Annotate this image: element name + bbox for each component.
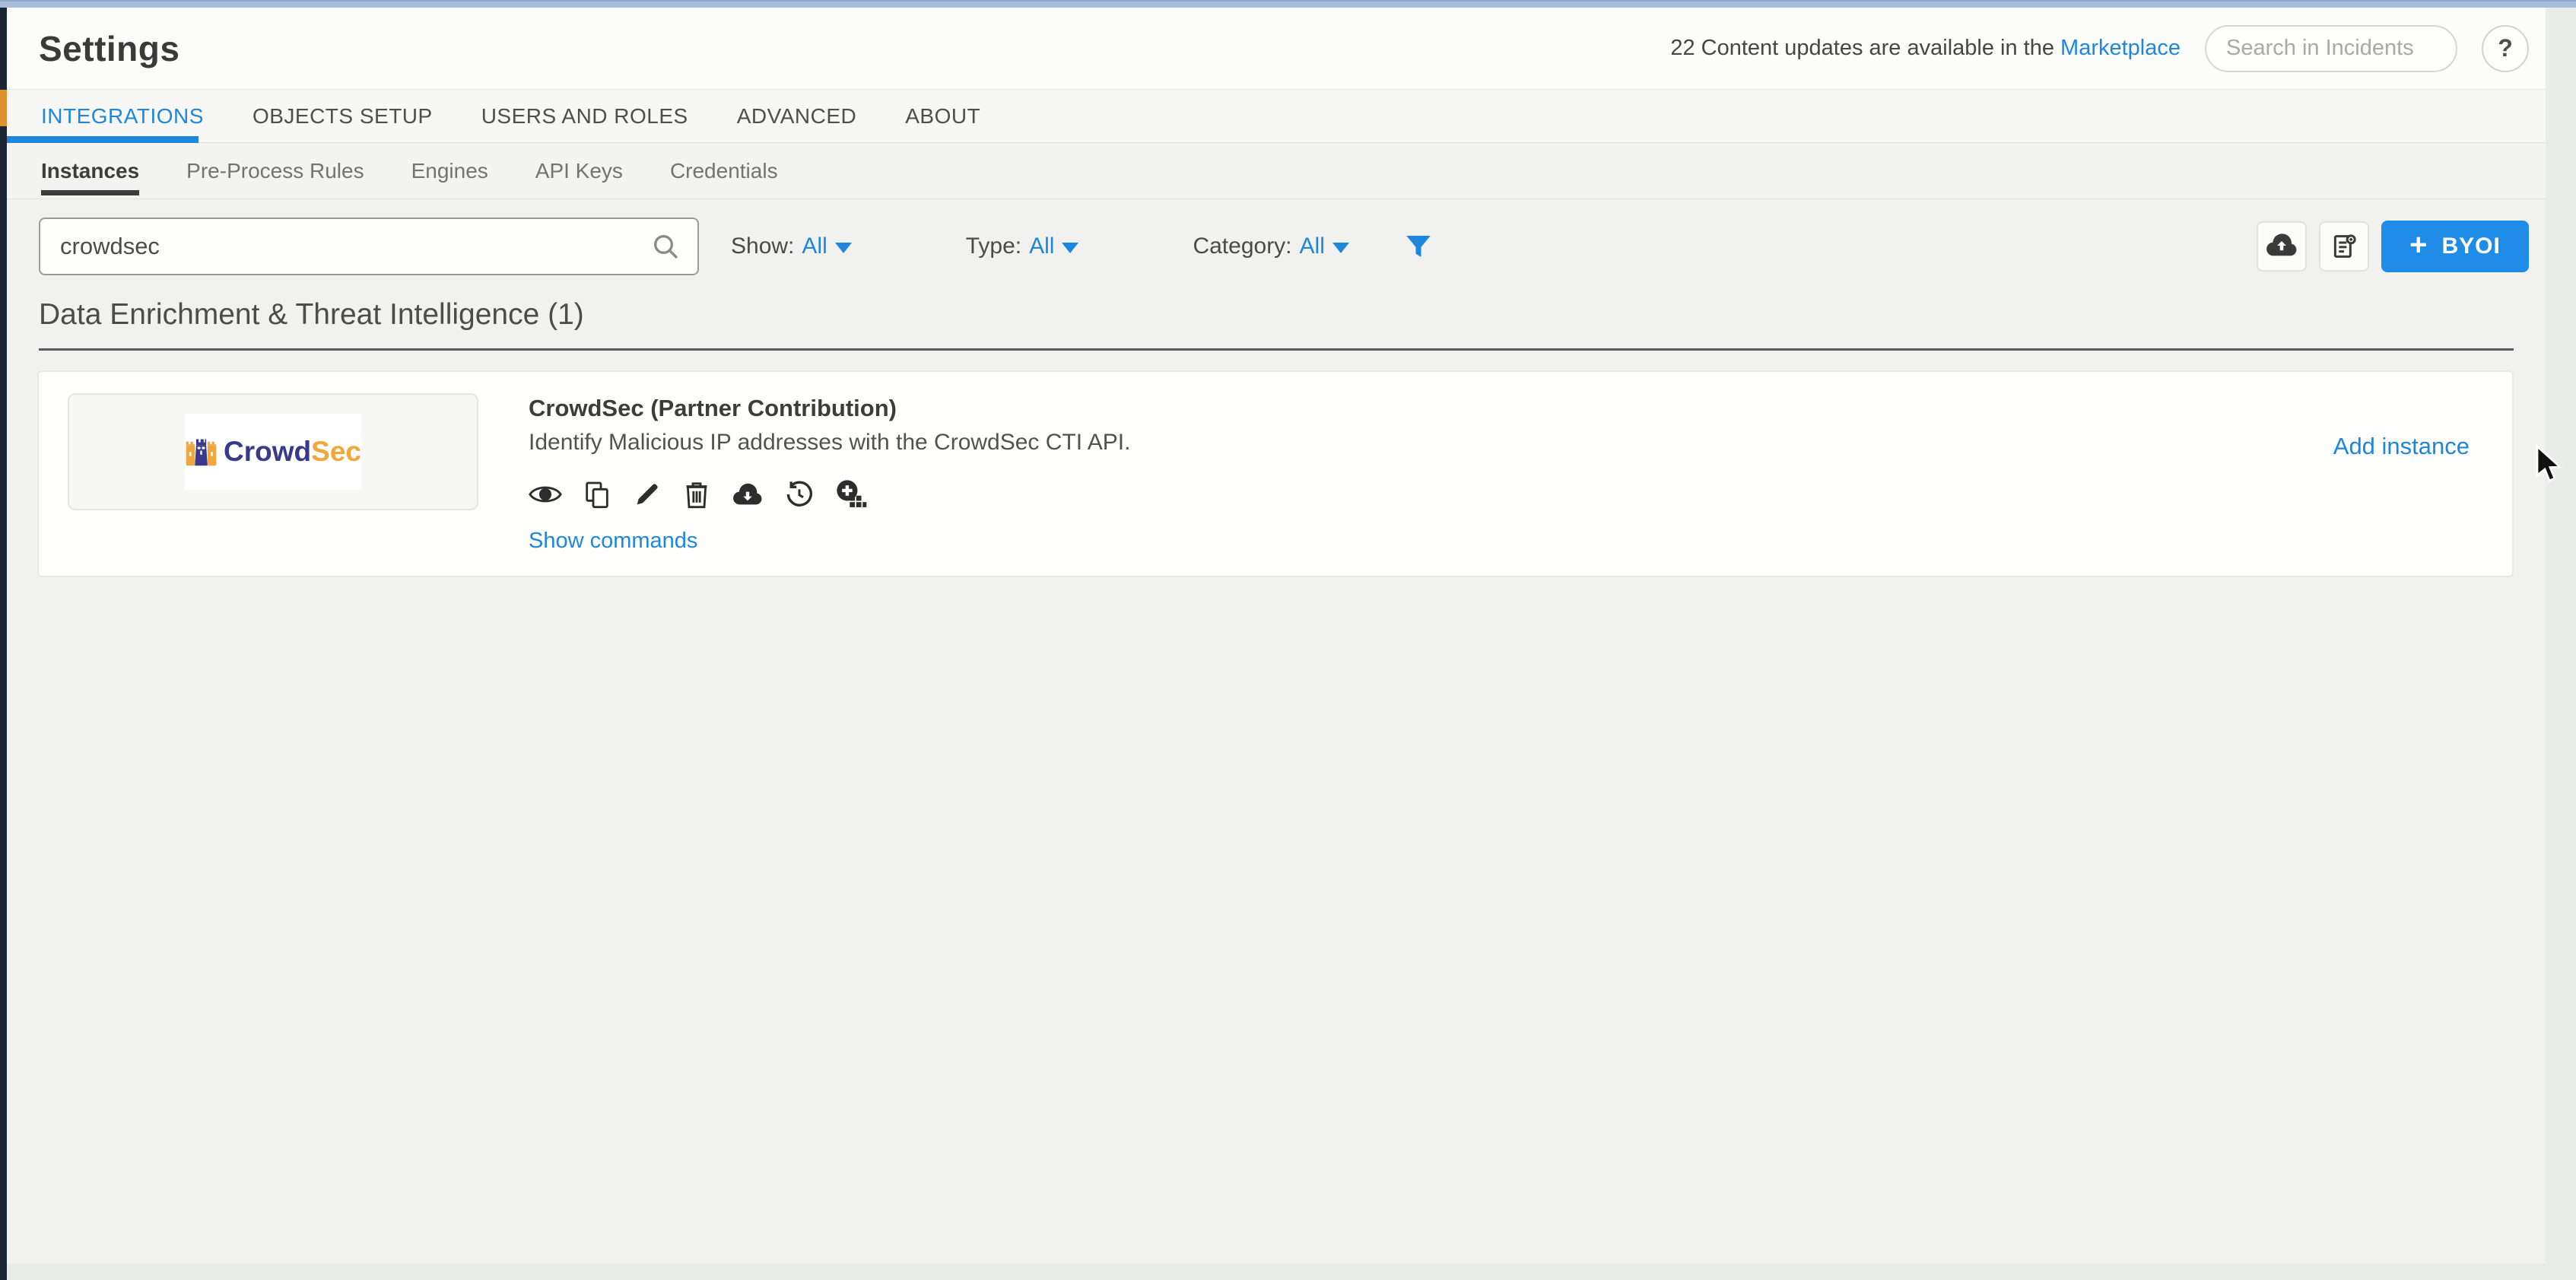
crowdsec-castle-icon (185, 424, 218, 479)
window-top-strip (0, 0, 2576, 8)
subtab-pre-process-rules[interactable]: Pre-Process Rules (186, 148, 364, 194)
tab-users-and-roles[interactable]: USERS AND ROLES (481, 104, 688, 129)
integration-title: CrowdSec (Partner Contribution) (529, 395, 1130, 422)
section-divider (39, 348, 2514, 351)
filter-funnel-icon[interactable] (1402, 230, 1434, 262)
search-icon (650, 231, 681, 262)
type-filter-label: Type: (966, 233, 1021, 259)
add-instance-link[interactable]: Add instance (2333, 433, 2470, 460)
global-search-box[interactable] (2205, 25, 2457, 72)
edit-icon[interactable] (632, 479, 662, 510)
window-left-edge (0, 8, 7, 1280)
category-section-title: Data Enrichment & Threat Intelligence (1… (7, 275, 2546, 332)
settings-page: Settings 22 Content updates are availabl… (7, 8, 2546, 1280)
subtab-credentials[interactable]: Credentials (670, 148, 778, 194)
show-filter-value: All (802, 233, 827, 259)
chevron-down-icon (1062, 243, 1078, 253)
integration-logo-box: CrowdSec (68, 393, 478, 510)
chevron-down-icon (1332, 243, 1349, 253)
show-commands-link[interactable]: Show commands (529, 529, 697, 554)
integrations-subtabbar: Instances Pre-Process Rules Engines API … (7, 143, 2546, 199)
type-filter-value: All (1029, 233, 1054, 259)
crowdsec-logo: CrowdSec (185, 414, 361, 490)
active-tab-underline (7, 136, 199, 143)
category-filter[interactable]: Category: All (1193, 233, 1348, 259)
integrations-report-button[interactable] (2319, 221, 2369, 272)
scrollbar-gutter (2546, 8, 2576, 1280)
tab-about[interactable]: ABOUT (905, 104, 980, 129)
mouse-cursor (2533, 445, 2566, 484)
integration-card-body: CrowdSec (Partner Contribution) Identify… (529, 393, 1130, 576)
category-filter-label: Category: (1193, 233, 1291, 259)
cloud-upload-icon (2266, 230, 2298, 262)
header-right-group: 22 Content updates are available in the … (1670, 25, 2529, 72)
global-search-input[interactable] (2226, 36, 2436, 61)
show-filter[interactable]: Show: All (731, 233, 852, 259)
view-icon[interactable] (529, 481, 562, 508)
download-icon[interactable] (731, 479, 764, 510)
content-updates-text: 22 Content updates are available in the (1670, 36, 2060, 60)
bottom-band (7, 1263, 2546, 1280)
tab-advanced[interactable]: ADVANCED (737, 104, 857, 129)
filter-right-actions: + BYOI (2257, 221, 2529, 272)
crowdsec-wordmark: CrowdSec (224, 436, 361, 468)
report-document-icon (2329, 231, 2359, 262)
integration-description: Identify Malicious IP addresses with the… (529, 430, 1130, 456)
left-edge-orange-marker (0, 90, 7, 126)
subtab-engines[interactable]: Engines (411, 148, 488, 194)
tab-objects-setup[interactable]: OBJECTS SETUP (253, 104, 433, 129)
category-filter-value: All (1300, 233, 1325, 259)
delete-icon[interactable] (682, 479, 711, 510)
content-updates-notice: 22 Content updates are available in the … (1670, 36, 2181, 61)
page-title: Settings (39, 28, 179, 69)
integration-actions (529, 478, 1130, 510)
upload-integration-button[interactable] (2257, 221, 2307, 272)
subtab-instances[interactable]: Instances (41, 148, 139, 194)
tab-integrations[interactable]: INTEGRATIONS (41, 104, 204, 129)
add-instance-grid-icon[interactable] (834, 478, 868, 510)
show-filter-label: Show: (731, 233, 794, 259)
copy-icon[interactable] (582, 479, 612, 510)
help-button[interactable]: ? (2482, 25, 2529, 72)
subtab-api-keys[interactable]: API Keys (535, 148, 623, 194)
integration-card-crowdsec: CrowdSec CrowdSec (Partner Contribution)… (37, 370, 2514, 577)
restore-icon[interactable] (784, 479, 815, 510)
plus-icon: + (2409, 230, 2428, 260)
integration-search-input[interactable] (60, 233, 650, 260)
type-filter[interactable]: Type: All (966, 233, 1079, 259)
integration-search-box[interactable] (39, 218, 699, 275)
chevron-down-icon (835, 243, 852, 253)
main-tabbar: INTEGRATIONS OBJECTS SETUP USERS AND ROL… (7, 90, 2546, 143)
filter-row: Show: All Type: All Category: All (7, 199, 2546, 275)
byoi-button[interactable]: + BYOI (2381, 221, 2529, 272)
marketplace-link[interactable]: Marketplace (2060, 36, 2181, 60)
page-header: Settings 22 Content updates are availabl… (7, 8, 2546, 90)
question-mark-icon: ? (2498, 34, 2513, 62)
byoi-button-label: BYOI (2442, 233, 2501, 259)
